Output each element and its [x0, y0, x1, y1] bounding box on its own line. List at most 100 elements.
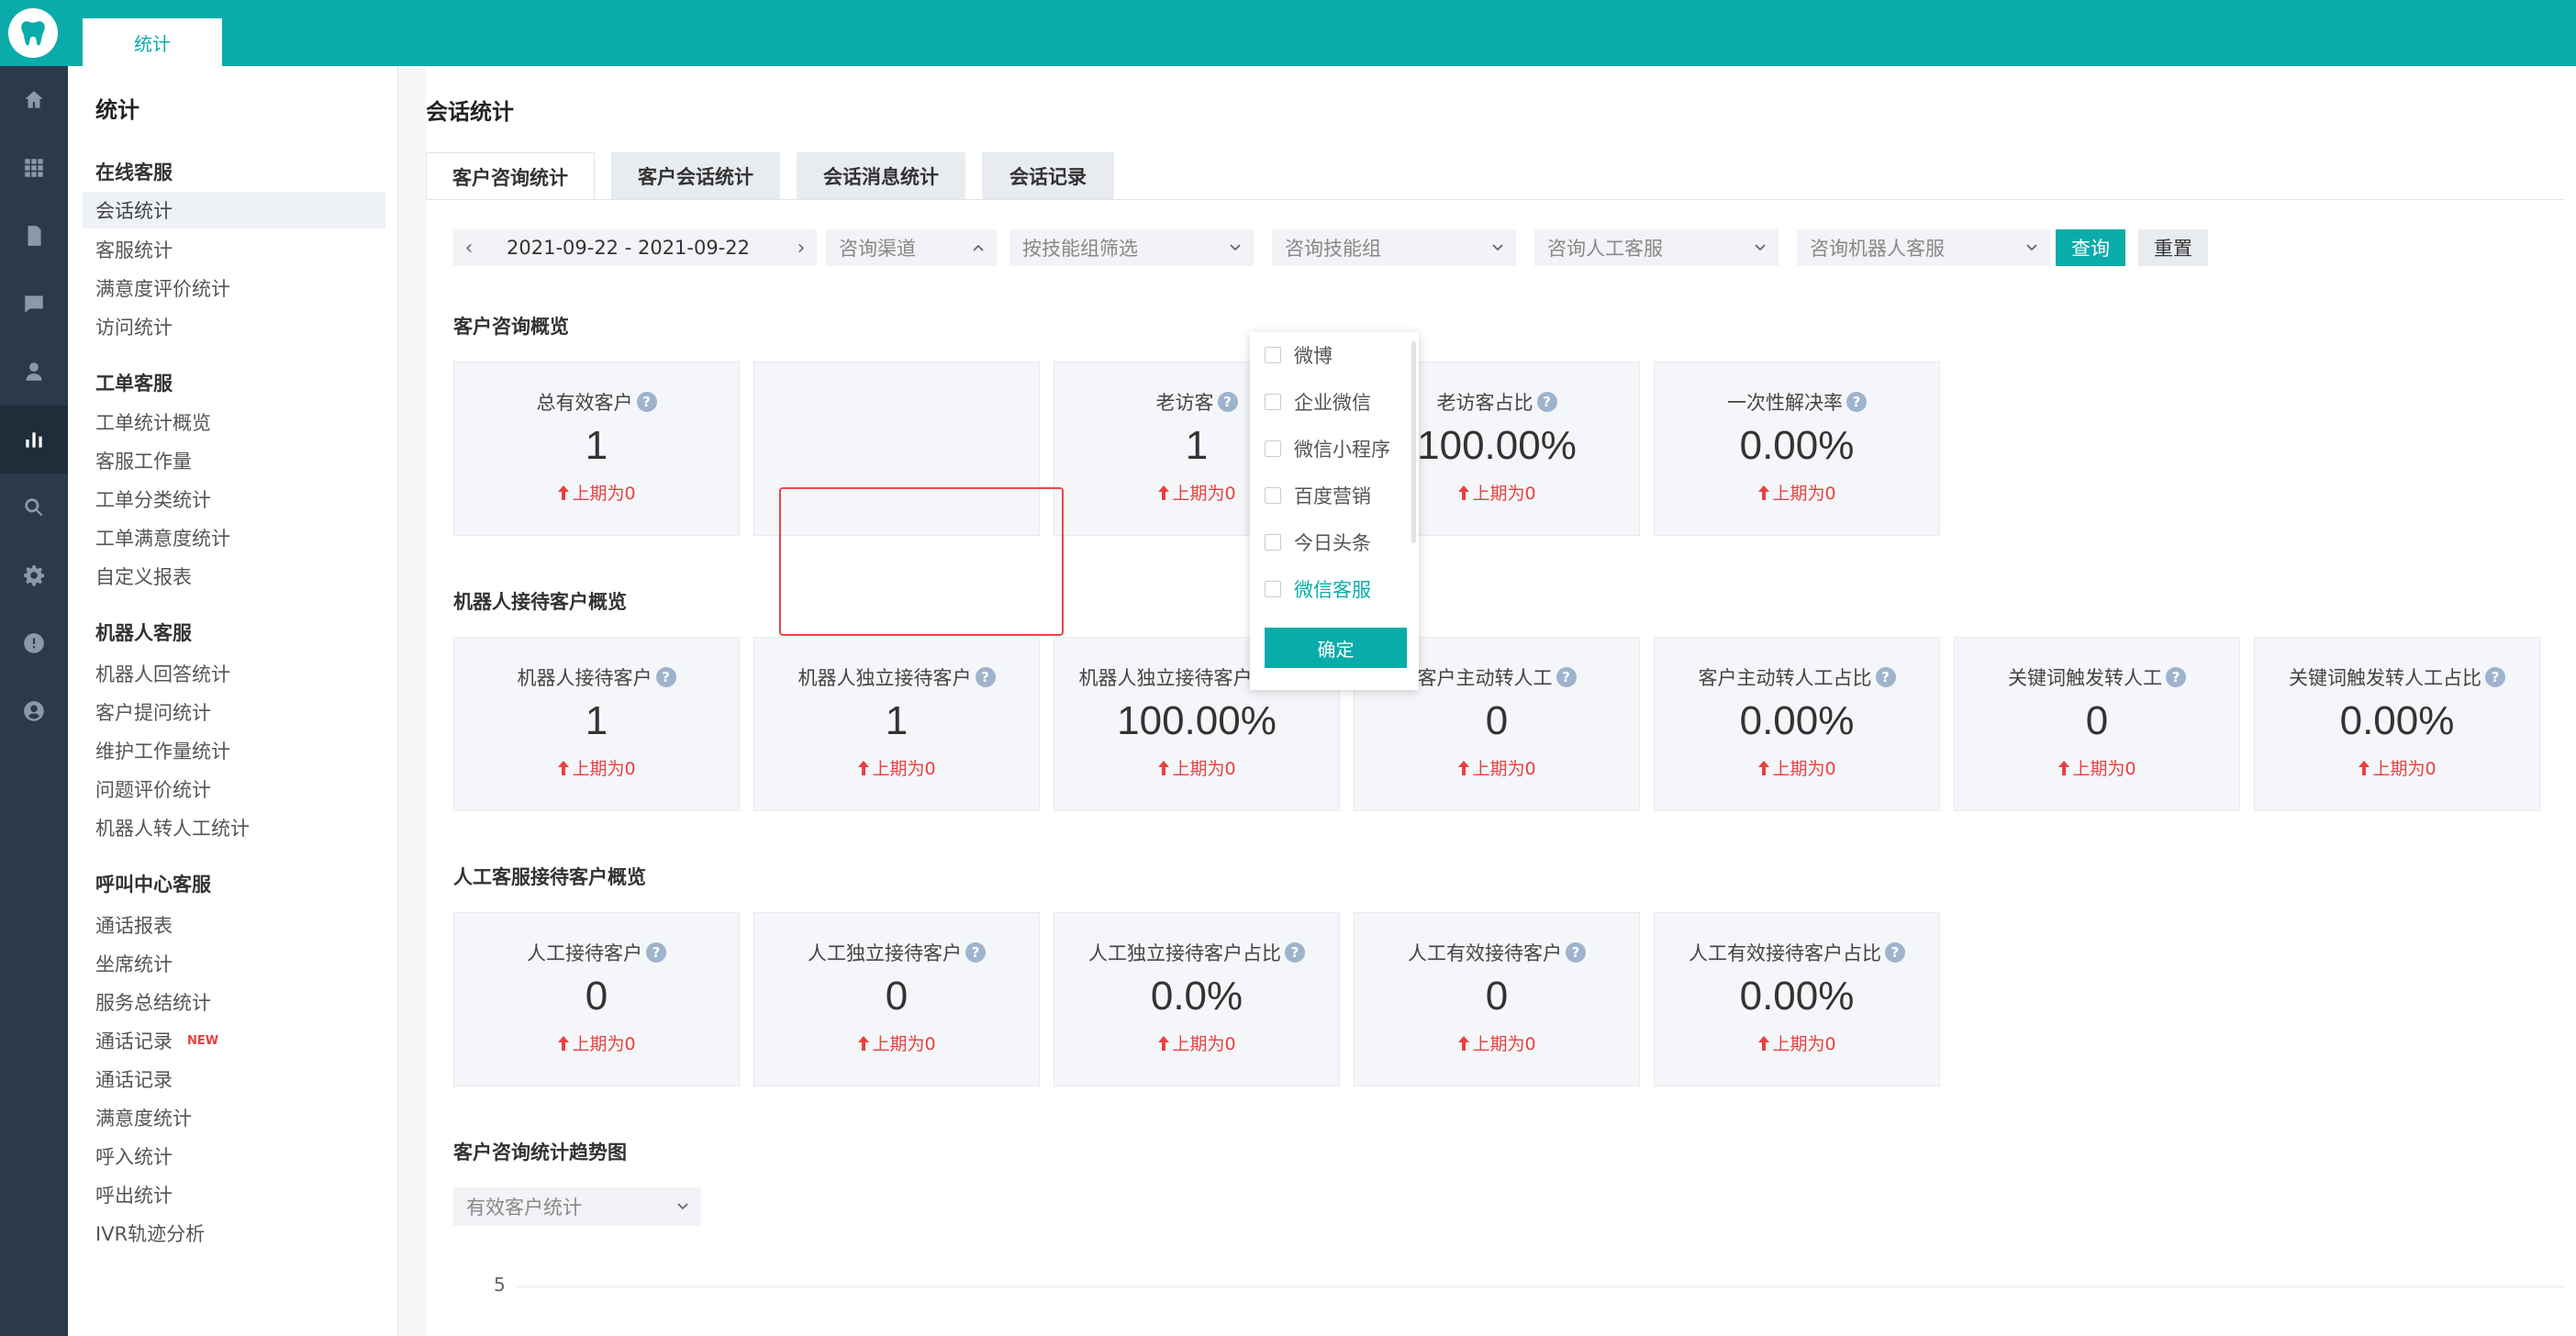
tab-customer-consult[interactable]: 客户咨询统计	[426, 152, 595, 200]
sidebar-item-satisfaction-stats[interactable]: 满意度评价统计	[83, 270, 385, 306]
tab-session-records[interactable]: 会话记录	[982, 152, 1114, 200]
sidebar-item-inbound-stats[interactable]: 呼入统计	[83, 1138, 385, 1175]
sidebar-item-call-report[interactable]: 通话报表	[83, 907, 385, 943]
sidebar-item-customer-questions[interactable]: 客户提问统计	[83, 694, 385, 730]
tooth-logo-icon[interactable]	[8, 8, 58, 58]
stat-compare: 上期为0	[1172, 759, 1236, 779]
stat-label: 客户主动转人工占比	[1698, 667, 1872, 689]
sidebar-group-online: 在线客服	[95, 161, 173, 184]
stat-label: 人工独立接待客户	[808, 942, 962, 964]
sidebar-item-maintenance-workload[interactable]: 维护工作量统计	[83, 732, 385, 769]
prev-date-button[interactable]: ‹	[455, 229, 483, 266]
question-icon[interactable]: ?	[1556, 667, 1577, 687]
channel-select[interactable]: 咨询渠道	[826, 229, 997, 266]
sidebar-item-service-summary[interactable]: 服务总结统计	[83, 984, 385, 1020]
date-range-picker[interactable]: ‹ 2021-09-22 - 2021-09-22 ›	[453, 229, 817, 266]
gear-icon[interactable]	[0, 541, 68, 609]
dropdown-scrollbar[interactable]	[1411, 341, 1416, 543]
query-button[interactable]: 查询	[2056, 229, 2125, 266]
sidebar-item-robot-transfer[interactable]: 机器人转人工统计	[83, 809, 385, 846]
question-icon[interactable]: ?	[636, 392, 657, 412]
sidebar-item-visit-stats[interactable]: 访问统计	[83, 308, 385, 345]
question-icon[interactable]: ?	[1566, 942, 1586, 963]
channel-option-wechat-service[interactable]: 微信客服	[1250, 568, 1419, 610]
checkbox[interactable]	[1265, 534, 1281, 551]
chevron-down-icon	[1755, 244, 1766, 251]
stat-value: 1	[885, 698, 909, 743]
arrow-up-icon	[1758, 484, 1770, 500]
sidebar-item-agent-workload[interactable]: 客服工作量	[83, 442, 385, 479]
agent-select[interactable]: 咨询人工客服	[1534, 229, 1779, 266]
channel-option-baidu[interactable]: 百度营销	[1250, 474, 1419, 517]
sidebar-item-outbound-stats[interactable]: 呼出统计	[83, 1176, 385, 1213]
question-icon[interactable]: ?	[646, 942, 666, 963]
search-icon[interactable]	[0, 473, 68, 541]
channel-option-weibo[interactable]: 微博	[1250, 334, 1419, 376]
stat-card-human-independent-ratio: 人工独立接待客户占比? 0.0% 上期为0	[1054, 912, 1340, 1086]
skill-filter-select[interactable]: 按技能组筛选	[1009, 229, 1254, 266]
question-icon[interactable]: ?	[1285, 942, 1305, 963]
checkbox[interactable]	[1265, 581, 1281, 597]
channel-option-wecom[interactable]: 企业微信	[1250, 381, 1419, 423]
question-icon[interactable]: ?	[2485, 667, 2505, 687]
question-icon[interactable]: ?	[1875, 667, 1896, 687]
confirm-button[interactable]: 确定	[1265, 628, 1407, 668]
stat-card-active-transfer-ratio: 客户主动转人工占比? 0.00% 上期为0	[1654, 637, 1940, 811]
checkbox[interactable]	[1265, 394, 1281, 410]
sidebar-item-ivr-analysis[interactable]: IVR轨迹分析	[83, 1215, 385, 1252]
channel-option-toutiao[interactable]: 今日头条	[1250, 521, 1419, 563]
question-icon[interactable]: ?	[1846, 392, 1867, 412]
sidebar-item-satisfaction[interactable]: 满意度统计	[83, 1099, 385, 1136]
question-icon[interactable]: ?	[1885, 942, 1905, 963]
question-icon[interactable]: ?	[655, 667, 676, 687]
top-tab-statistics[interactable]: 统计	[83, 18, 222, 66]
robot-select-label: 咨询机器人客服	[1810, 238, 1945, 260]
tab-session-message[interactable]: 会话消息统计	[797, 152, 965, 200]
question-icon[interactable]: ?	[1217, 392, 1238, 412]
sidebar-item-ticket-satisfaction[interactable]: 工单满意度统计	[83, 519, 385, 556]
question-icon[interactable]: ?	[1536, 392, 1557, 412]
option-label: 企业微信	[1294, 392, 1371, 414]
checkbox[interactable]	[1265, 440, 1281, 457]
sidebar-item-ticket-overview[interactable]: 工单统计概览	[83, 404, 385, 440]
channel-option-miniprogram[interactable]: 微信小程序	[1250, 428, 1419, 470]
option-label: 今日头条	[1294, 532, 1371, 554]
sidebar-item-custom-report[interactable]: 自定义报表	[83, 558, 385, 595]
sidebar-item-session-stats[interactable]: 会话统计	[83, 192, 385, 228]
checkbox[interactable]	[1265, 487, 1281, 504]
next-date-button[interactable]: ›	[787, 229, 815, 266]
skill-group-select[interactable]: 咨询技能组	[1272, 229, 1516, 266]
sidebar-item-ticket-category[interactable]: 工单分类统计	[83, 481, 385, 518]
tab-customer-session[interactable]: 客户会话统计	[611, 152, 780, 200]
account-icon[interactable]	[0, 677, 68, 745]
sidebar-title: 统计	[95, 97, 139, 123]
support-icon[interactable]	[0, 609, 68, 677]
sidebar-item-call-records-new[interactable]: 通话记录 NEW	[83, 1022, 385, 1059]
chevron-down-icon	[1492, 244, 1503, 251]
stat-value: 0	[1485, 698, 1509, 743]
stat-compare: 上期为0	[872, 759, 936, 779]
sidebar-item-seat-stats[interactable]: 坐席统计	[83, 945, 385, 982]
question-icon[interactable]: ?	[2166, 667, 2186, 687]
question-icon[interactable]: ?	[975, 667, 996, 687]
checkbox[interactable]	[1265, 347, 1281, 363]
sidebar-item-question-rating[interactable]: 问题评价统计	[83, 771, 385, 807]
sidebar-item-call-records[interactable]: 通话记录	[83, 1061, 385, 1097]
stat-label: 老访客占比	[1436, 392, 1533, 414]
reset-button[interactable]: 重置	[2138, 229, 2208, 266]
sidebar-item-robot-answers[interactable]: 机器人回答统计	[83, 655, 385, 692]
home-icon[interactable]	[0, 66, 68, 134]
document-icon[interactable]	[0, 202, 68, 270]
stat-compare: 上期为0	[2072, 759, 2136, 779]
section-title-human-overview: 人工客服接待客户概览	[453, 866, 646, 888]
user-icon[interactable]	[0, 338, 68, 406]
stat-card-human-served: 人工接待客户? 0 上期为0	[453, 912, 740, 1086]
robot-select[interactable]: 咨询机器人客服	[1797, 229, 2050, 266]
bar-chart-icon[interactable]	[0, 406, 68, 473]
sidebar-item-agent-stats[interactable]: 客服统计	[83, 231, 385, 268]
chat-icon[interactable]	[0, 270, 68, 338]
question-icon[interactable]: ?	[965, 942, 986, 963]
trend-metric-select[interactable]: 有效客户统计	[453, 1187, 701, 1226]
y-axis-tick: 5	[494, 1274, 506, 1296]
grid-icon[interactable]	[0, 134, 68, 202]
